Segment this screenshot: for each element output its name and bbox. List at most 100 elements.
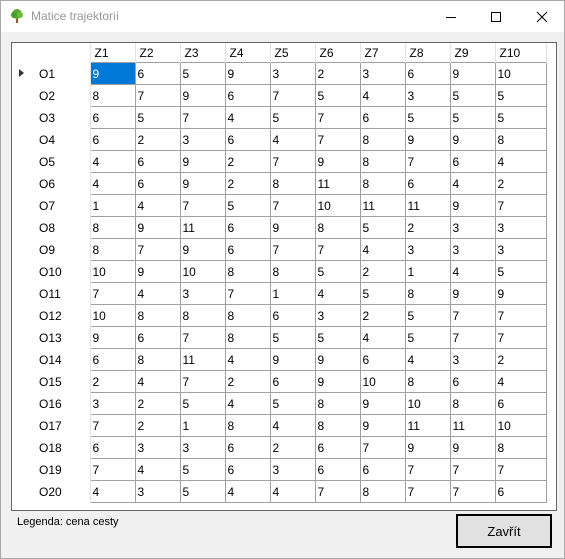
table-cell[interactable]: 11 xyxy=(179,348,226,371)
table-cell[interactable]: 3 xyxy=(179,128,226,151)
table-cell[interactable]: 7 xyxy=(404,480,451,503)
table-cell[interactable]: 5 xyxy=(494,260,547,283)
table-row[interactable]: O10 10 9 10 8 8 5 2 1 4 5 xyxy=(12,260,547,283)
table-cell[interactable]: 11 xyxy=(404,194,451,217)
table-cell[interactable]: 6 xyxy=(89,436,136,459)
table-cell[interactable]: 6 xyxy=(494,480,547,503)
table-cell[interactable]: 6 xyxy=(89,106,136,129)
table-cell[interactable]: 2 xyxy=(224,370,271,393)
row-header[interactable]: O16 xyxy=(12,392,91,415)
trajectory-grid[interactable]: Z1 Z2 Z3 Z4 Z5 Z6 Z7 Z8 Z9 Z10 O1 9 6 5 9 3 2 3 6 9 10 O2 8 7 9… xyxy=(11,42,557,511)
table-row[interactable]: O6 4 6 9 2 8 11 8 6 4 2 xyxy=(12,172,547,195)
column-header[interactable]: Z1 xyxy=(90,43,136,63)
table-cell[interactable]: 8 xyxy=(314,392,361,415)
table-cell[interactable]: 4 xyxy=(134,282,181,305)
table-cell[interactable]: 7 xyxy=(269,194,316,217)
table-cell[interactable]: 8 xyxy=(224,304,271,327)
table-cell[interactable]: 4 xyxy=(269,414,316,437)
table-cell[interactable]: 3 xyxy=(179,282,226,305)
row-header[interactable]: O10 xyxy=(12,260,91,283)
table-row[interactable]: O5 4 6 9 2 7 9 8 7 6 4 xyxy=(12,150,547,173)
table-cell[interactable]: 9 xyxy=(494,282,547,305)
table-cell[interactable]: 3 xyxy=(494,238,547,261)
table-cell[interactable]: 3 xyxy=(449,216,496,239)
table-cell[interactable]: 5 xyxy=(224,194,271,217)
table-cell[interactable]: 8 xyxy=(269,260,316,283)
table-cell[interactable]: 5 xyxy=(179,458,226,481)
table-cell[interactable]: 8 xyxy=(314,216,361,239)
table-cell[interactable]: 6 xyxy=(269,370,316,393)
table-row[interactable]: O7 1 4 7 5 7 10 11 11 9 7 xyxy=(12,194,547,217)
table-cell[interactable]: 6 xyxy=(269,304,316,327)
table-cell[interactable]: 2 xyxy=(89,370,136,393)
column-header[interactable]: Z10 xyxy=(495,43,547,63)
table-cell[interactable]: 4 xyxy=(134,194,181,217)
table-cell[interactable]: 7 xyxy=(494,458,547,481)
table-cell[interactable]: 9 xyxy=(404,128,451,151)
table-cell[interactable]: 8 xyxy=(404,282,451,305)
table-row[interactable]: O3 6 5 7 4 5 7 6 5 5 5 xyxy=(12,106,547,129)
close-window-button[interactable] xyxy=(519,1,564,32)
column-header[interactable]: Z3 xyxy=(180,43,226,63)
table-cell[interactable]: 8 xyxy=(89,216,136,239)
table-cell[interactable]: 4 xyxy=(314,282,361,305)
table-cell[interactable]: 4 xyxy=(449,260,496,283)
row-header[interactable]: O3 xyxy=(12,106,91,129)
table-cell[interactable]: 7 xyxy=(269,84,316,107)
table-cell[interactable]: 7 xyxy=(269,150,316,173)
table-cell[interactable]: 8 xyxy=(224,414,271,437)
table-row[interactable]: O20 4 3 5 4 4 7 8 7 7 6 xyxy=(12,480,547,503)
table-cell[interactable]: 9 xyxy=(404,436,451,459)
table-row[interactable]: O18 6 3 3 6 2 6 7 9 9 8 xyxy=(12,436,547,459)
table-cell[interactable]: 9 xyxy=(179,150,226,173)
row-header[interactable]: O9 xyxy=(12,238,91,261)
table-cell[interactable]: 8 xyxy=(359,128,406,151)
table-cell[interactable]: 6 xyxy=(359,458,406,481)
table-cell[interactable]: 2 xyxy=(359,260,406,283)
table-cell[interactable]: 5 xyxy=(449,84,496,107)
table-cell[interactable]: 6 xyxy=(134,150,181,173)
table-cell[interactable]: 5 xyxy=(269,392,316,415)
table-cell[interactable]: 5 xyxy=(404,326,451,349)
table-cell[interactable]: 5 xyxy=(494,106,547,129)
table-cell[interactable]: 3 xyxy=(89,392,136,415)
table-cell[interactable]: 6 xyxy=(359,106,406,129)
column-header[interactable]: Z6 xyxy=(315,43,361,63)
table-cell[interactable]: 1 xyxy=(89,194,136,217)
column-header[interactable]: Z5 xyxy=(270,43,316,63)
table-cell[interactable]: 5 xyxy=(314,326,361,349)
table-cell[interactable]: 5 xyxy=(404,304,451,327)
table-cell[interactable]: 8 xyxy=(494,436,547,459)
table-cell[interactable]: 5 xyxy=(359,216,406,239)
table-cell[interactable]: 4 xyxy=(449,172,496,195)
table-cell[interactable]: 3 xyxy=(404,84,451,107)
table-cell[interactable]: 9 xyxy=(449,436,496,459)
table-cell[interactable]: 11 xyxy=(314,172,361,195)
column-header[interactable]: Z4 xyxy=(225,43,271,63)
table-cell[interactable]: 6 xyxy=(224,238,271,261)
table-cell[interactable]: 5 xyxy=(179,392,226,415)
table-cell[interactable]: 9 xyxy=(359,414,406,437)
table-cell[interactable]: 9 xyxy=(134,216,181,239)
table-cell[interactable]: 7 xyxy=(494,194,547,217)
table-cell[interactable]: 9 xyxy=(449,194,496,217)
table-cell[interactable]: 10 xyxy=(89,304,136,327)
table-cell[interactable]: 7 xyxy=(224,282,271,305)
table-cell[interactable]: 5 xyxy=(179,480,226,503)
table-cell[interactable]: 2 xyxy=(224,150,271,173)
table-cell[interactable]: 2 xyxy=(134,392,181,415)
table-cell[interactable]: 6 xyxy=(494,392,547,415)
table-row[interactable]: O2 8 7 9 6 7 5 4 3 5 5 xyxy=(12,84,547,107)
table-cell[interactable]: 11 xyxy=(404,414,451,437)
table-cell[interactable]: 10 xyxy=(494,414,547,437)
table-cell[interactable]: 3 xyxy=(179,436,226,459)
row-header[interactable]: O8 xyxy=(12,216,91,239)
title-bar[interactable]: Matice trajektorií xyxy=(1,1,564,32)
table-cell[interactable]: 8 xyxy=(224,260,271,283)
table-cell[interactable]: 4 xyxy=(89,480,136,503)
table-cell[interactable]: 5 xyxy=(359,282,406,305)
header-corner[interactable] xyxy=(12,43,91,63)
table-cell[interactable]: 4 xyxy=(89,150,136,173)
table-cell[interactable]: 7 xyxy=(134,238,181,261)
table-cell[interactable]: 8 xyxy=(179,304,226,327)
